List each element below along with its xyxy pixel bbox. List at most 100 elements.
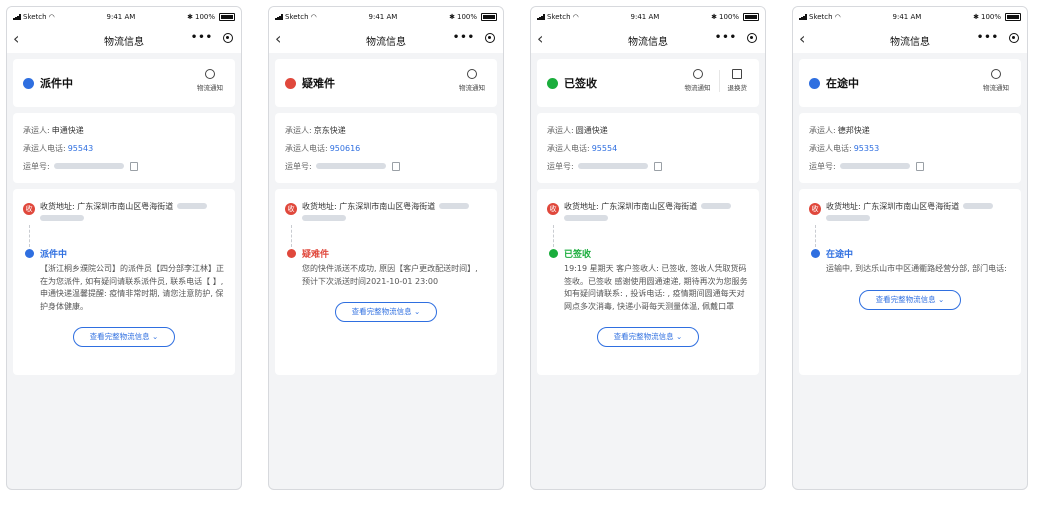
copy-icon[interactable] [391, 161, 400, 171]
status-card: 疑难件 物流通知 [275, 59, 497, 107]
nav-bar: ‹ 物流信息 ••• [269, 27, 503, 53]
address-redacted [701, 203, 732, 209]
back-chevron-icon[interactable]: ‹ [537, 30, 543, 48]
signal-icon [537, 14, 545, 20]
tracking-number-redacted [839, 163, 910, 169]
status-card: 在途中 物流通知 [799, 59, 1021, 107]
address-redacted [826, 215, 870, 221]
close-miniprogram-icon[interactable] [747, 32, 757, 43]
address-redacted [40, 215, 84, 221]
carrier-phone-link[interactable]: 95353 [854, 144, 879, 153]
more-menu-button[interactable]: ••• [715, 32, 737, 43]
return-label: 退换货 [727, 84, 748, 92]
bluetooth-icon: ✱ [449, 13, 455, 21]
receive-badge-icon: 收 [547, 203, 559, 215]
tracking-number-label: 运单号: [285, 161, 312, 171]
battery-icon [481, 13, 497, 21]
clock-icon [811, 249, 820, 258]
alarm-clock-icon [692, 69, 703, 79]
clock-time: 9:41 AM [892, 13, 922, 21]
address-redacted [302, 215, 346, 221]
carrier-phone-label: 承运人电话: [285, 143, 328, 153]
logistics-notify-button[interactable]: 物流通知 [455, 69, 489, 92]
return-exchange-button[interactable]: 退换货 [724, 69, 752, 92]
carrier-label: 承运人: [809, 125, 836, 135]
view-full-logistics-button[interactable]: 查看完整物流信息 ⌄ [597, 327, 699, 347]
close-miniprogram-icon[interactable] [1009, 32, 1019, 43]
carrier-value: 德邦快递 [837, 125, 870, 135]
bluetooth-icon: ✱ [973, 13, 979, 21]
signal-icon [13, 14, 21, 20]
status-label: 在途中 [826, 77, 859, 90]
copy-icon[interactable] [129, 161, 138, 171]
logistics-notify-button[interactable]: 物流通知 [193, 69, 227, 92]
delivery-address: 收货地址: 广东深圳市南山区粤海街道 [302, 202, 436, 211]
carrier-label: 承运人: [285, 125, 312, 135]
carrier-value: 申通快递 [51, 125, 84, 135]
back-chevron-icon[interactable]: ‹ [13, 30, 19, 48]
view-full-logistics-button[interactable]: 查看完整物流信息 ⌄ [335, 302, 437, 322]
more-menu-button[interactable]: ••• [977, 32, 999, 43]
event-title: 派件中 [40, 250, 68, 260]
nav-bar: ‹ 物流信息 ••• [793, 27, 1027, 53]
clock-icon [809, 77, 820, 89]
tracking-card: 收 收货地址: 广东深圳市南山区粤海街道 已签收 19:19 星期天 客户签收人… [537, 189, 759, 375]
logistics-notify-button[interactable]: 物流通知 [979, 69, 1013, 92]
event-title: 疑难件 [302, 250, 330, 260]
tracking-number-redacted [315, 163, 386, 169]
status-label: 疑难件 [302, 77, 335, 90]
more-menu-button[interactable]: ••• [453, 32, 475, 43]
phone-screen-dispatching: Sketch ◠ 9:41 AM ✱ 100% ‹ 物流信息 ••• 派件中 物流通… [6, 6, 242, 490]
receive-badge-icon: 收 [809, 203, 821, 215]
bluetooth-icon: ✱ [711, 13, 717, 21]
battery-level: 100% [718, 13, 739, 21]
status-card: 派件中 物流通知 [13, 59, 235, 107]
return-box-icon [732, 69, 743, 79]
carrier-phone-link[interactable]: 950616 [330, 144, 361, 153]
shipment-info-card: 承运人: 圆通快递 承运人电话: 95554 运单号: [537, 113, 759, 183]
back-chevron-icon[interactable]: ‹ [275, 30, 281, 48]
copy-icon[interactable] [915, 161, 924, 171]
battery-icon [1005, 13, 1021, 21]
clock-time: 9:41 AM [630, 13, 660, 21]
delivery-address: 收货地址: 广东深圳市南山区粤海街道 [40, 202, 174, 211]
status-bar: Sketch ◠ 9:41 AM ✱ 100% [531, 7, 765, 27]
battery-level: 100% [456, 13, 477, 21]
bluetooth-icon: ✱ [187, 13, 193, 21]
check-icon [549, 249, 558, 258]
tracking-number-redacted [53, 163, 124, 169]
notify-label: 物流通知 [684, 84, 711, 92]
notify-label: 物流通知 [459, 84, 485, 92]
status-bar: Sketch ◠ 9:41 AM ✱ 100% [7, 7, 241, 27]
timeline-connector [815, 225, 1011, 247]
carrier-phone-link[interactable]: 95554 [592, 144, 617, 153]
receive-badge-icon: 收 [23, 203, 35, 215]
close-miniprogram-icon[interactable] [485, 32, 495, 43]
carrier-label: 承运人: [547, 125, 574, 135]
delivery-address: 收货地址: 广东深圳市南山区粤海街道 [826, 202, 960, 211]
phone-screen-problem: Sketch ◠ 9:41 AM ✱ 100% ‹ 物流信息 ••• 疑难件 物流通… [268, 6, 504, 490]
tracking-number-redacted [577, 163, 648, 169]
status-card: 已签收 物流通知 退换货 [537, 59, 759, 107]
carrier-phone-link[interactable]: 95543 [68, 144, 93, 153]
event-description: 19:19 星期天 客户签收人: 已签收, 签收人凭取货码签收。已签收 感谢使用… [564, 264, 748, 311]
tracking-number-label: 运单号: [23, 161, 50, 171]
back-chevron-icon[interactable]: ‹ [799, 30, 805, 48]
close-miniprogram-icon[interactable] [223, 32, 233, 43]
status-bar: Sketch ◠ 9:41 AM ✱ 100% [269, 7, 503, 27]
clock-time: 9:41 AM [106, 13, 136, 21]
more-menu-button[interactable]: ••• [191, 32, 213, 43]
carrier-name: Sketch [285, 13, 309, 21]
copy-icon[interactable] [653, 161, 662, 171]
event-title: 已签收 [564, 250, 592, 260]
status-bar: Sketch ◠ 9:41 AM ✱ 100% [793, 7, 1027, 27]
tracking-card: 收 收货地址: 广东深圳市南山区粤海街道 派件中 【浙江桐乡濮院公司】的派件员【… [13, 189, 235, 375]
clock-time: 9:41 AM [368, 13, 398, 21]
wifi-icon: ◠ [834, 13, 841, 21]
question-icon [287, 249, 296, 258]
clock-icon [25, 249, 34, 258]
event-description: 运输中, 到达乐山市中区通衢路经营分部, 部门电话: [826, 264, 1007, 273]
view-full-logistics-button[interactable]: 查看完整物流信息 ⌄ [73, 327, 175, 347]
logistics-notify-button[interactable]: 物流通知 [681, 69, 715, 92]
view-full-logistics-button[interactable]: 查看完整物流信息 ⌄ [859, 289, 961, 310]
